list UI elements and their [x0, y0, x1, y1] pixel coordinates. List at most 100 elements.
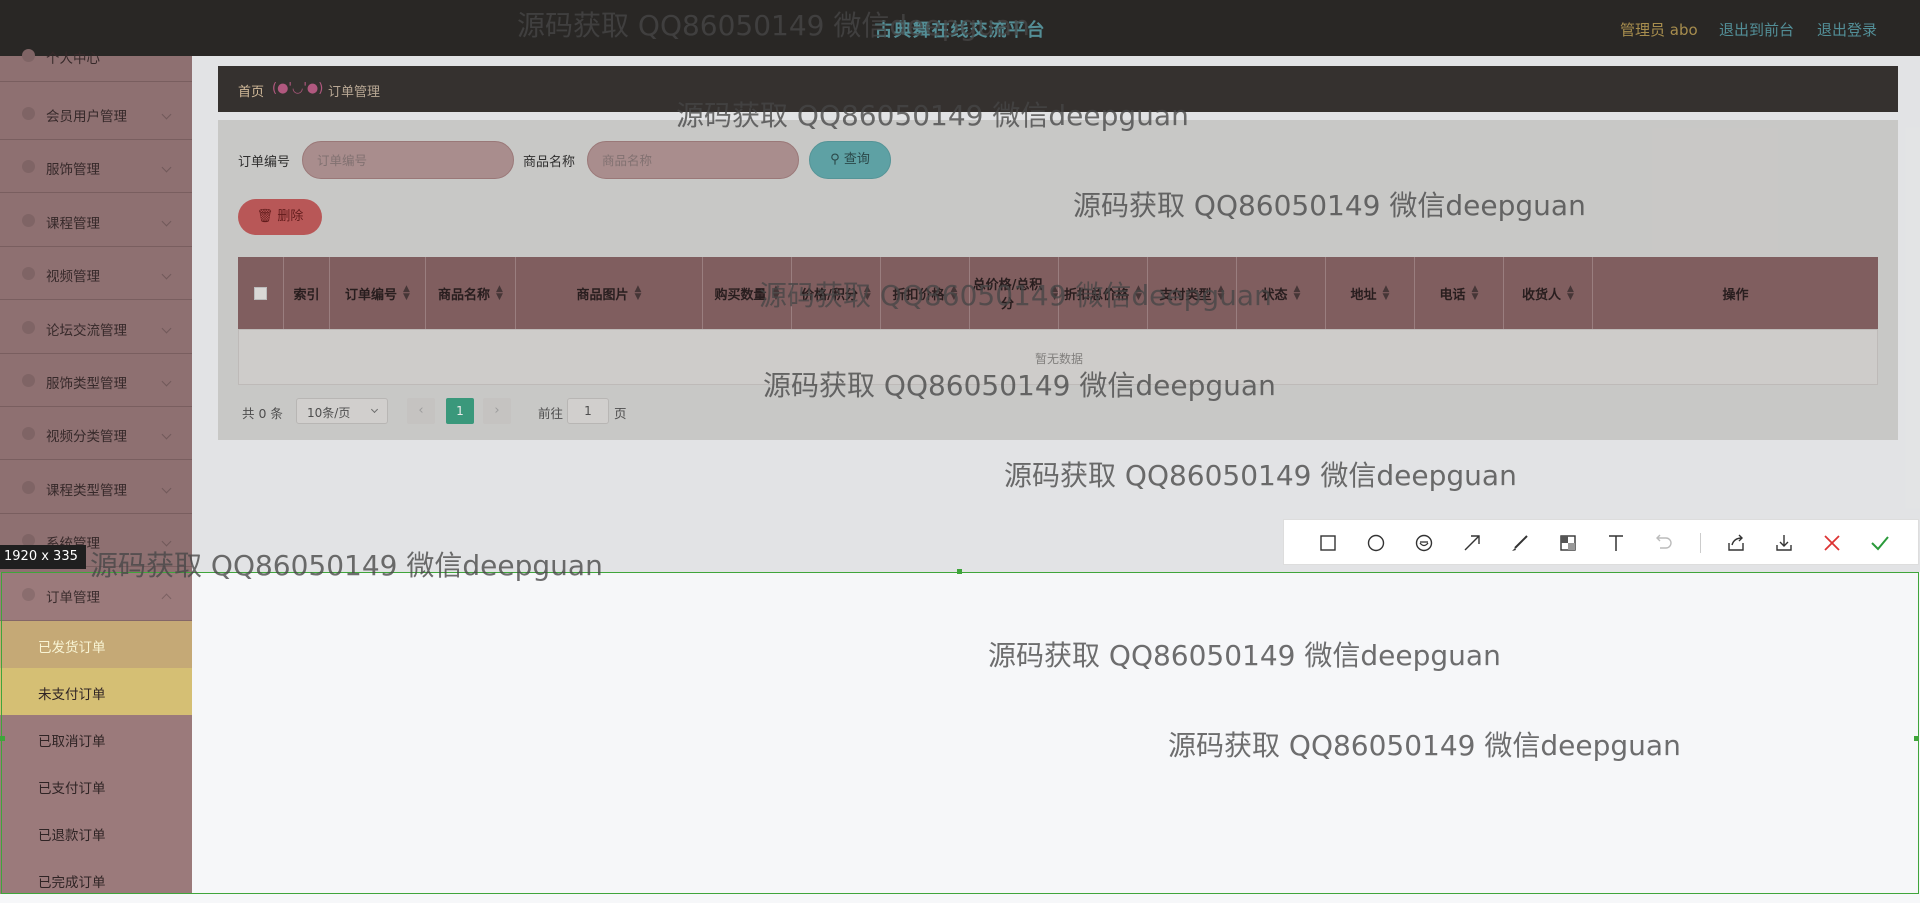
sort-icon[interactable]: ▲ ▼: [1383, 285, 1390, 302]
sort-icon[interactable]: ▲ ▼: [1567, 285, 1574, 302]
sidebar-subitem-shipped-orders[interactable]: 已发货订单: [0, 621, 192, 668]
sort-icon[interactable]: ▲ ▼: [864, 285, 871, 302]
page-suffix: 页: [614, 406, 627, 421]
product-name-label: 商品名称: [523, 155, 576, 170]
resize-handle[interactable]: [0, 736, 5, 741]
confirm-icon[interactable]: [1868, 532, 1892, 554]
logout-link[interactable]: 退出登录: [1817, 19, 1877, 40]
prev-page-button[interactable]: ‹: [407, 398, 435, 424]
sort-icon[interactable]: ▲ ▼: [1218, 285, 1225, 302]
next-page-button[interactable]: ›: [483, 398, 511, 424]
column-header[interactable]: 商品名称 ▲ ▼: [426, 257, 516, 329]
undo-icon[interactable]: [1652, 532, 1676, 554]
sidebar-item-video-category[interactable]: 视频分类管理: [0, 407, 192, 460]
sidebar-item-member-users[interactable]: 会员用户管理: [0, 87, 192, 140]
admin-label: 管理员 abo: [1620, 21, 1698, 39]
sidebar-subitem-completed-orders[interactable]: 已完成订单: [0, 856, 192, 903]
close-icon[interactable]: [1820, 532, 1844, 554]
breadcrumb-current: 订单管理: [328, 85, 381, 100]
goto-page-input[interactable]: [567, 398, 609, 424]
chevron-down-icon: [161, 376, 172, 387]
search-icon: ⚲: [830, 152, 840, 167]
column-header[interactable]: 总价格/总积分 ▲ ▼: [970, 257, 1059, 329]
column-header-label: 收货人: [1522, 287, 1562, 303]
column-header[interactable]: 折扣价格 ▲ ▼: [881, 257, 970, 329]
sidebar-item-personal-center[interactable]: 个人中心: [0, 29, 192, 82]
sidebar-item-forum[interactable]: 论坛交流管理: [0, 301, 192, 354]
breadcrumb-home[interactable]: 首页: [238, 81, 264, 100]
chevron-down-icon: [161, 109, 172, 120]
column-header[interactable]: 地址 ▲ ▼: [1326, 257, 1415, 329]
sidebar-subitem-unpaid-orders[interactable]: 未支付订单: [0, 668, 192, 715]
sort-icon[interactable]: ▲ ▼: [496, 285, 503, 302]
user-icon: [22, 107, 35, 120]
sidebar: 个人中心 会员用户管理 服饰管理 课程管理 视频管理 论坛交流管理 服饰类型管理…: [0, 49, 192, 894]
column-header[interactable]: 收货人 ▲ ▼: [1504, 257, 1593, 329]
sidebar-item-orders[interactable]: 订单管理: [0, 568, 192, 621]
page-size-select[interactable]: 10条/页: [296, 398, 388, 424]
download-icon[interactable]: [1772, 532, 1796, 554]
column-header[interactable]: 购买数量 ▲ ▼: [703, 257, 792, 329]
emoji-icon[interactable]: [1412, 532, 1436, 554]
sidebar-item-costume-type[interactable]: 服饰类型管理: [0, 354, 192, 407]
sidebar-item-label: 服饰管理: [46, 162, 100, 178]
sidebar-subitem-cancelled-orders[interactable]: 已取消订单: [0, 715, 192, 762]
column-header[interactable]: 商品图片 ▲ ▼: [516, 257, 703, 329]
resize-handle[interactable]: [1914, 736, 1919, 741]
sidebar-item-course-type[interactable]: 课程类型管理: [0, 461, 192, 514]
user-icon: [22, 374, 35, 387]
sort-icon[interactable]: ▲ ▼: [1051, 285, 1058, 302]
column-header-label: 价格/积分: [801, 287, 858, 303]
text-icon[interactable]: [1604, 532, 1628, 554]
column-header[interactable]: 电话 ▲ ▼: [1415, 257, 1504, 329]
brush-icon[interactable]: [1508, 532, 1532, 554]
order-no-input[interactable]: [302, 141, 514, 179]
column-header[interactable]: 订单编号 ▲ ▼: [330, 257, 426, 329]
sort-icon[interactable]: ▲ ▼: [1135, 285, 1142, 302]
sort-icon[interactable]: ▲ ▼: [1472, 285, 1479, 302]
user-icon: [22, 49, 35, 62]
menu-icon: [22, 481, 35, 494]
sort-icon[interactable]: ▲ ▼: [773, 285, 780, 302]
breadcrumb: 首页 (●'◡'●) 订单管理: [218, 66, 1898, 112]
column-header[interactable]: 折扣总价格 ▲ ▼: [1059, 257, 1148, 329]
arrow-icon[interactable]: [1460, 532, 1484, 554]
screenshot-toolbar: [1283, 519, 1919, 565]
delete-button[interactable]: 🗑 删除: [238, 199, 322, 235]
sidebar-item-label: 会员用户管理: [46, 109, 127, 125]
sidebar-item-label: 视频分类管理: [46, 429, 127, 445]
column-header[interactable]: 状态 ▲ ▼: [1237, 257, 1326, 329]
sort-icon[interactable]: ▲ ▼: [635, 285, 642, 302]
back-to-front-link[interactable]: 退出到前台: [1719, 19, 1794, 40]
chevron-down-icon: [370, 405, 379, 414]
sidebar-item-costume[interactable]: 服饰管理: [0, 140, 192, 193]
sidebar-subitem-refunded-orders[interactable]: 已退款订单: [0, 809, 192, 856]
column-header-label: 索引: [293, 287, 320, 303]
product-name-input[interactable]: [587, 141, 799, 179]
sidebar-subitem-label: 已退款订单: [38, 828, 106, 844]
column-header-label: 地址: [1350, 287, 1377, 303]
sidebar-item-video[interactable]: 视频管理: [0, 247, 192, 300]
pagination-total: 共 0 条: [242, 406, 283, 421]
sidebar-subitem-label: 未支付订单: [38, 687, 106, 703]
page-number-current[interactable]: 1: [446, 398, 474, 424]
query-button[interactable]: ⚲ 查询: [809, 141, 891, 179]
share-icon[interactable]: [1724, 532, 1748, 554]
sidebar-item-label: 视频管理: [46, 269, 100, 285]
column-header-label: 状态: [1261, 287, 1288, 303]
sidebar-item-label: 订单管理: [46, 590, 100, 606]
sidebar-subitem-paid-orders[interactable]: 已支付订单: [0, 762, 192, 809]
rectangle-icon[interactable]: [1316, 532, 1340, 554]
column-header[interactable]: 支付类型 ▲ ▼: [1148, 257, 1237, 329]
mosaic-icon[interactable]: [1556, 532, 1580, 554]
sort-icon[interactable]: ▲ ▼: [403, 285, 410, 302]
menu-icon: [22, 321, 35, 334]
select-all-checkbox[interactable]: [254, 287, 267, 300]
ellipse-icon[interactable]: [1364, 532, 1388, 554]
resize-handle[interactable]: [957, 569, 962, 574]
column-header[interactable]: 价格/积分 ▲ ▼: [792, 257, 881, 329]
chevron-down-icon: [161, 429, 172, 440]
sidebar-item-course[interactable]: 课程管理: [0, 194, 192, 247]
sort-icon[interactable]: ▲ ▼: [1294, 285, 1301, 302]
sort-icon[interactable]: ▲ ▼: [951, 285, 958, 302]
